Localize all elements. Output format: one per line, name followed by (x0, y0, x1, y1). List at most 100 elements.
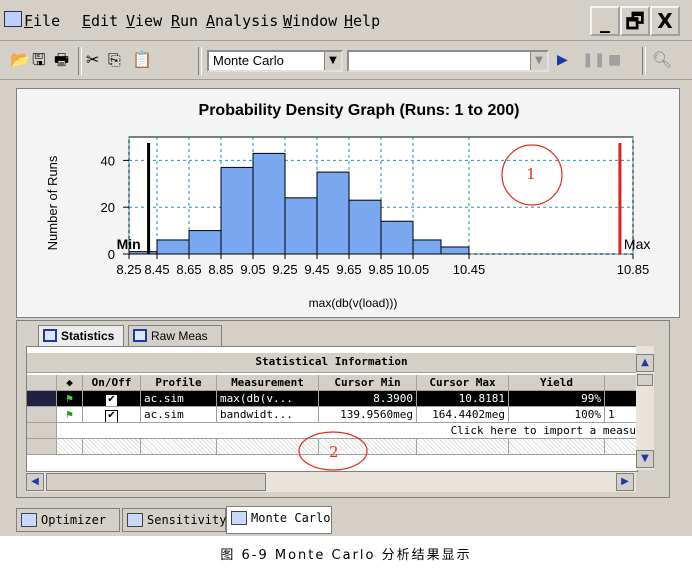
figure-caption: 图 6-9 Monte Carlo 分析结果显示 (220, 548, 472, 563)
tab-monte-carlo[interactable]: Monte Carlo (226, 506, 332, 534)
row-header-corner (27, 375, 57, 391)
empty-cell[interactable] (417, 439, 509, 455)
column-header-cursor-max[interactable]: Cursor Max (417, 375, 509, 391)
scroll-right-button[interactable]: ▶ (616, 473, 634, 491)
cut-icon[interactable]: ✂ (86, 51, 99, 69)
column-header-cursor-min[interactable]: Cursor Min (319, 375, 417, 391)
histogram-bar (252, 152, 286, 255)
cell-cursor-min[interactable]: 139.9560meg (319, 407, 417, 423)
pause-icon[interactable]: ❚❚ (582, 51, 605, 69)
cursor-max-label: Max (624, 236, 650, 252)
copy-icon[interactable]: ⎘ (108, 51, 121, 69)
on-off-checkbox[interactable]: ✔ (83, 391, 141, 407)
chart-title: Probability Density Graph (Runs: 1 to 20… (199, 102, 520, 119)
x-tick-label: 8.45 (144, 262, 169, 277)
empty-cell[interactable] (605, 439, 637, 455)
tab-raw-meas[interactable]: Raw Meas (128, 325, 222, 347)
cell-yield[interactable]: 99% (509, 391, 605, 407)
x-tick-label: 8.85 (208, 262, 233, 277)
empty-cell[interactable] (83, 439, 141, 455)
tab-raw-meas-label: Raw Meas (151, 329, 208, 343)
menu-run[interactable]: Run (171, 12, 198, 30)
cursor-min-label: Min (117, 236, 141, 252)
empty-cell[interactable] (57, 439, 83, 455)
cell-yield[interactable]: 100% (509, 407, 605, 423)
minimize-button[interactable]: _ (590, 6, 620, 36)
menu-analysis[interactable]: Analysis (206, 12, 278, 30)
column-header-profile[interactable]: Profile (141, 375, 217, 391)
flag-icon[interactable]: ⚑ (57, 407, 83, 423)
chart-canvas: 0 20 40 8.25 8.45 8.65 8.85 9.05 9.25 9.45 9.65 9.8… (45, 102, 650, 310)
statistics-table: Statistical Information ◆ On/Off Profile… (26, 346, 638, 472)
cell-measurement[interactable]: max(db(v... (217, 391, 319, 407)
zoom-icon[interactable]: 🔍︎ (652, 51, 672, 69)
y-tick-label: 0 (108, 247, 115, 262)
print-icon[interactable]: 🖶 (54, 51, 69, 69)
vertical-scroll-thumb[interactable] (637, 374, 653, 386)
x-tick-label: 9.45 (304, 262, 329, 277)
tab-monte-carlo-label: Monte Carlo (251, 511, 331, 525)
restore-button[interactable]: 🗗 (620, 6, 650, 36)
annotation-label-2: 2 (329, 443, 339, 461)
column-header-yield[interactable]: Yield (509, 375, 605, 391)
row-selector[interactable] (27, 391, 57, 407)
cell-measurement[interactable]: bandwidt... (217, 407, 319, 423)
row-selector[interactable] (27, 407, 57, 423)
scroll-left-button[interactable]: ◀ (26, 473, 44, 491)
scroll-down-button[interactable]: ▼ (636, 450, 654, 468)
chart-icon (21, 513, 37, 527)
menu-help[interactable]: Help (344, 12, 380, 30)
menu-edit[interactable]: Edit (82, 12, 118, 30)
horizontal-scroll-thumb[interactable] (46, 473, 266, 491)
tab-sensitivity-label: Sensitivity (147, 513, 227, 527)
stop-icon[interactable]: ■ (608, 51, 621, 69)
scroll-up-button[interactable]: ▲ (636, 354, 654, 372)
menu-bar: File Edit View Run Analysis Window Help … (0, 0, 692, 41)
column-header-on-off[interactable]: On/Off (83, 375, 141, 391)
column-header-marker[interactable]: ◆ (57, 375, 83, 391)
y-axis-label: Number of Runs (45, 155, 60, 250)
chart-icon (127, 513, 143, 527)
open-folder-icon[interactable]: 📂 (10, 51, 30, 69)
empty-cell[interactable] (141, 439, 217, 455)
close-button[interactable]: X (650, 6, 680, 36)
x-tick-label: 9.65 (336, 262, 361, 277)
empty-cell[interactable] (509, 439, 605, 455)
table-icon (43, 329, 57, 342)
tab-optimizer[interactable]: Optimizer (16, 508, 120, 532)
play-icon[interactable]: ▶ (557, 51, 568, 69)
cell-cursor-max[interactable]: 164.4402meg (417, 407, 509, 423)
vertical-scrollbar[interactable]: ▲ ▼ (636, 346, 654, 470)
tab-statistics[interactable]: Statistics (38, 325, 124, 347)
menu-window[interactable]: Window (283, 12, 337, 30)
row-selector[interactable] (27, 423, 57, 439)
horizontal-scrollbar[interactable]: ◀ ▶ (26, 472, 636, 492)
row-selector[interactable] (27, 439, 57, 455)
histogram-bar (440, 246, 470, 255)
cell-extra[interactable]: 1 (605, 407, 637, 423)
column-header-measurement[interactable]: Measurement (217, 375, 319, 391)
y-tick-label: 40 (101, 153, 115, 168)
cell-cursor-min[interactable]: 8.3900 (319, 391, 417, 407)
annotation-label-1: 1 (526, 165, 536, 183)
chevron-down-icon[interactable]: ▼ (324, 52, 341, 70)
menu-view[interactable]: View (126, 12, 162, 30)
histogram-bar (316, 171, 350, 255)
flag-icon[interactable]: ⚑ (57, 391, 83, 407)
tab-optimizer-label: Optimizer (41, 513, 107, 527)
profile-select[interactable]: ▼ (347, 50, 549, 72)
x-tick-label: 10.85 (617, 262, 650, 277)
on-off-checkbox[interactable]: ✔ (83, 407, 141, 423)
cell-extra[interactable] (605, 391, 637, 407)
save-icon[interactable]: 🖫 (32, 51, 46, 69)
tab-sensitivity[interactable]: Sensitivity (122, 508, 226, 532)
cell-profile[interactable]: ac.sim (141, 407, 217, 423)
paste-icon[interactable]: 📋 (132, 51, 152, 69)
chevron-down-icon[interactable]: ▼ (530, 52, 547, 70)
chart-icon (231, 511, 247, 525)
cell-profile[interactable]: ac.sim (141, 391, 217, 407)
analysis-type-select[interactable]: Monte Carlo ▼ (207, 50, 343, 72)
probability-density-chart: 0 20 40 8.25 8.45 8.65 8.85 9.05 9.25 9.45 9.65 9.8… (16, 88, 680, 318)
cell-cursor-max[interactable]: 10.8181 (417, 391, 509, 407)
menu-file[interactable]: File (24, 12, 60, 30)
